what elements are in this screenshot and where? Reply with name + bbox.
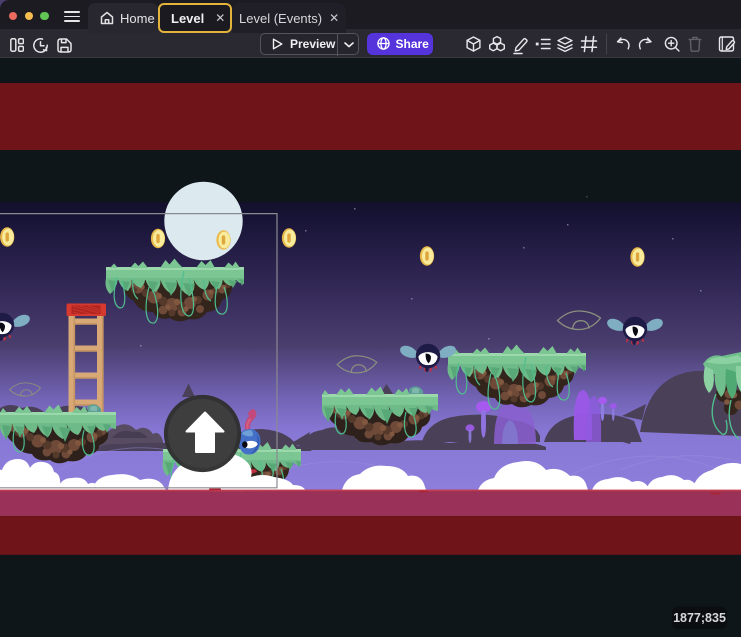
svg-text:1877;835: 1877;835 bbox=[673, 611, 726, 625]
